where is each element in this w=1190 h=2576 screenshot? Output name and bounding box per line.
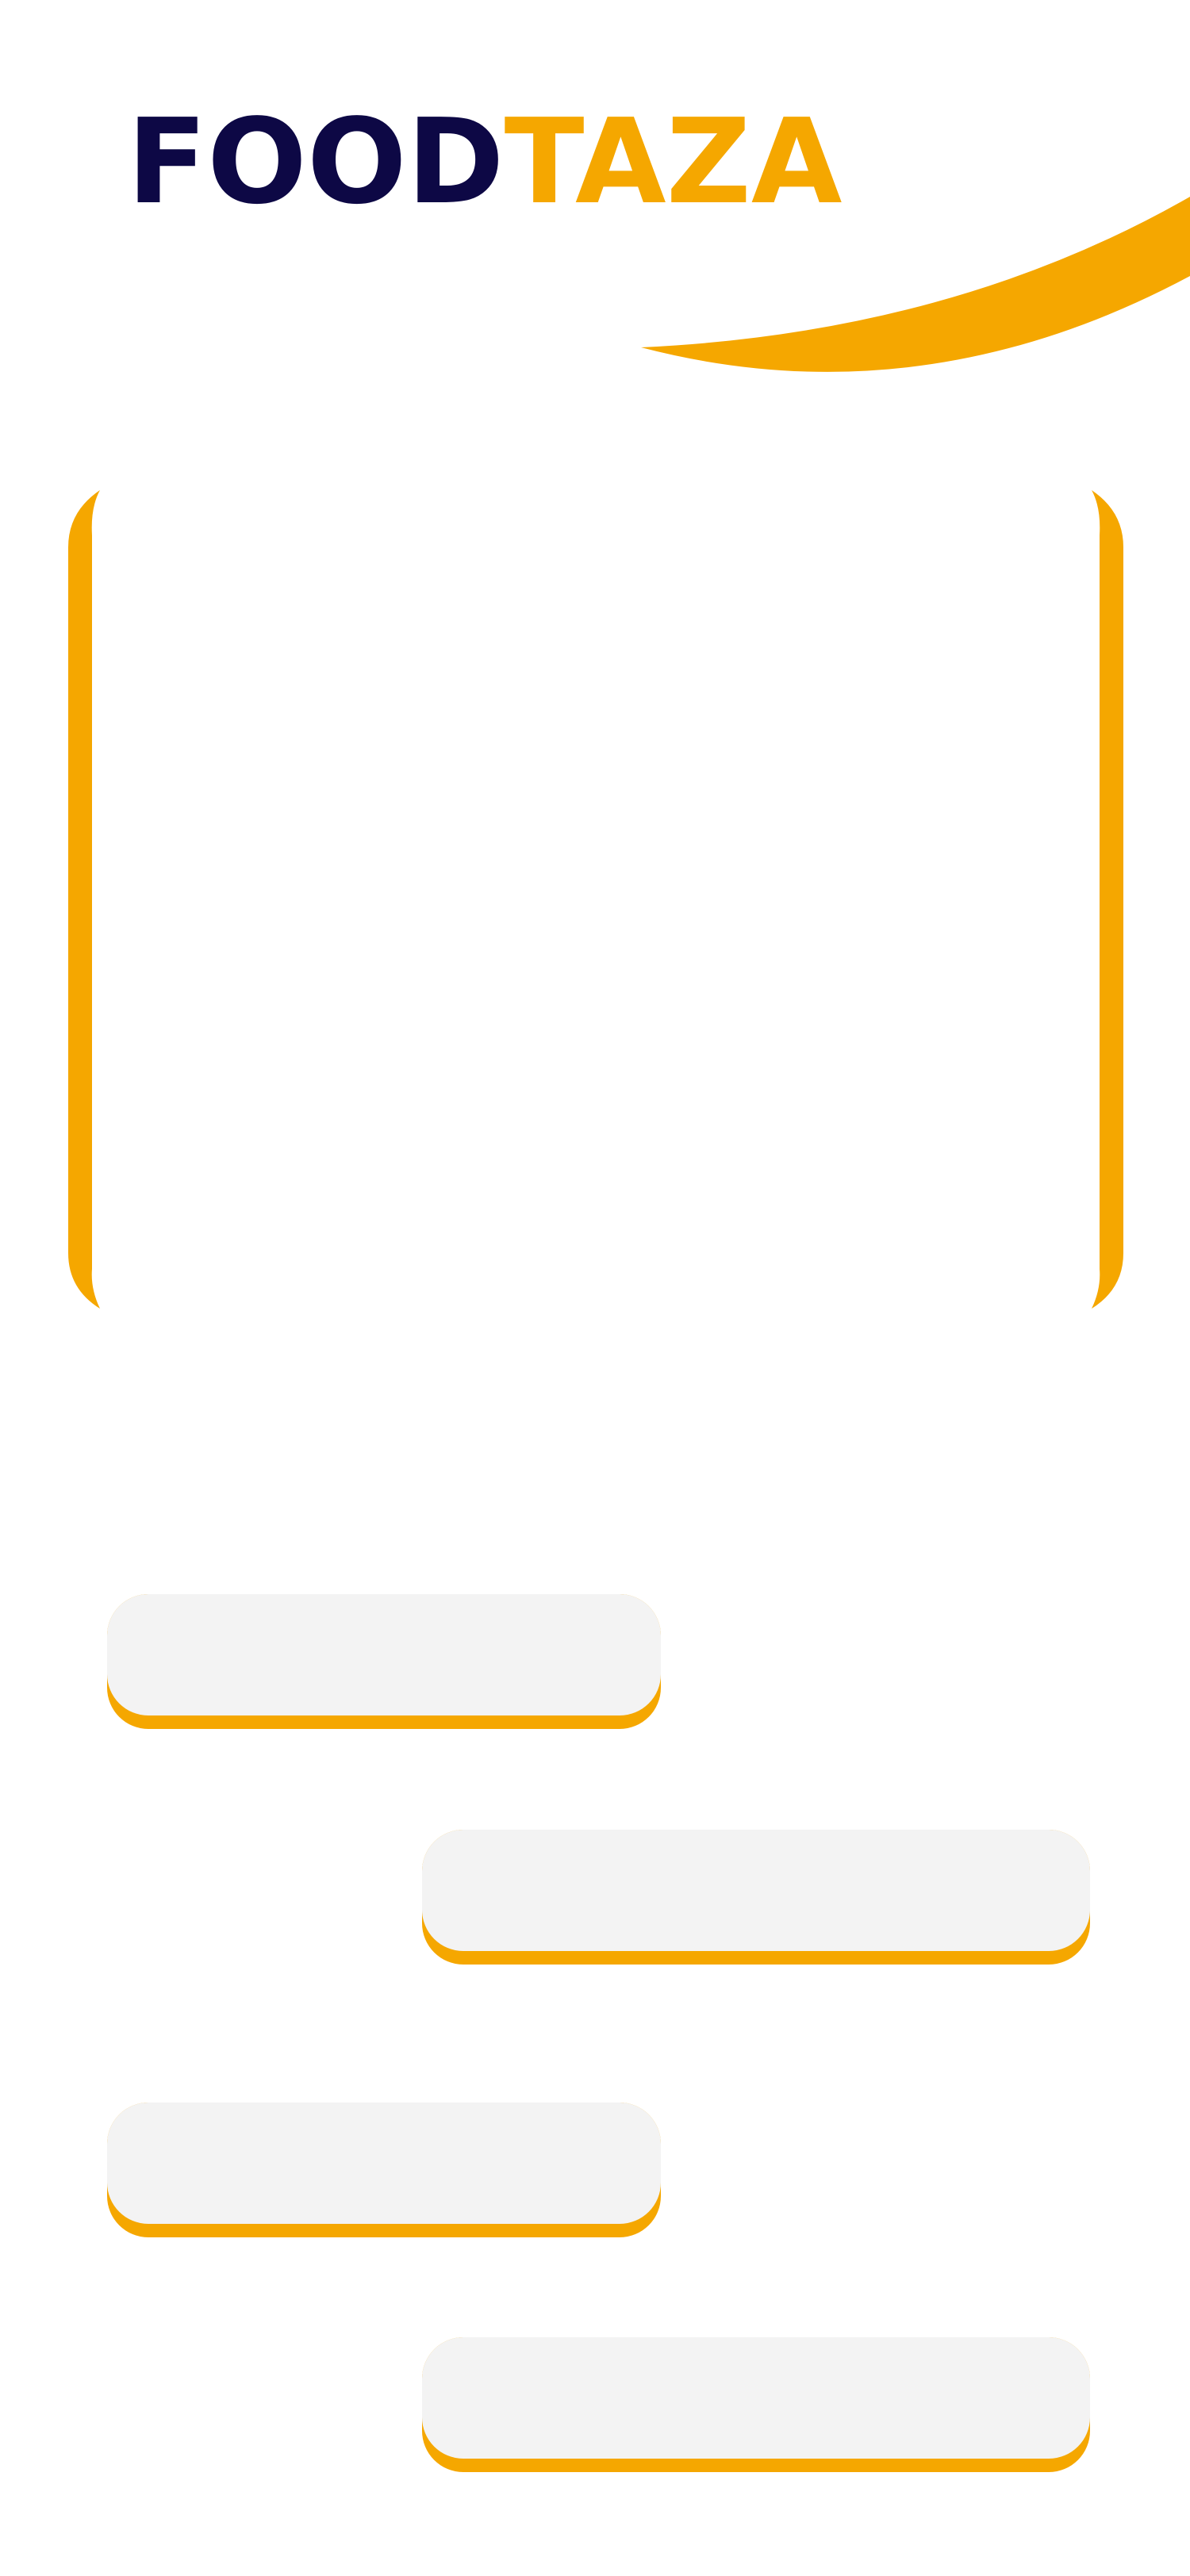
- option-bubble-4: [422, 2337, 1090, 2472]
- image-frame: [68, 490, 1123, 1309]
- option-button-2[interactable]: [422, 1830, 1090, 1951]
- option-bubble-1: [107, 1594, 661, 1729]
- orange-swoosh-decoration: [641, 197, 1190, 372]
- option-button-3[interactable]: [107, 2103, 661, 2224]
- swoosh-shape: [641, 197, 1190, 372]
- option-button-4[interactable]: [422, 2337, 1090, 2459]
- frame-right-bracket: [1092, 490, 1123, 1309]
- option-button-1[interactable]: [107, 1594, 661, 1715]
- option-bubble-3: [107, 2103, 661, 2237]
- option-bubble-2: [422, 1830, 1090, 1965]
- frame-left-bracket: [68, 490, 100, 1309]
